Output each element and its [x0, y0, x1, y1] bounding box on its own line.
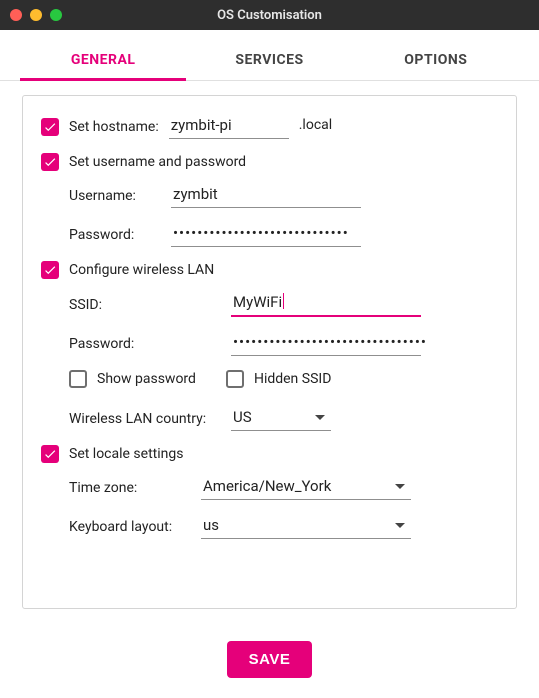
userpass-label: Set username and password: [69, 154, 246, 170]
locale-label: Set locale settings: [69, 446, 183, 462]
save-button[interactable]: SAVE: [227, 641, 313, 678]
timezone-select[interactable]: America/New_York: [201, 475, 411, 500]
wifi-checkbox[interactable]: [41, 261, 59, 279]
maximize-icon[interactable]: [50, 9, 62, 21]
tab-options[interactable]: OPTIONS: [353, 40, 519, 80]
close-icon[interactable]: [10, 9, 22, 21]
hostname-input[interactable]: zymbit-pi: [169, 114, 289, 139]
ssid-label: SSID:: [69, 297, 219, 317]
hostname-suffix: .local: [299, 117, 332, 137]
bottom-bar: SAVE: [0, 633, 539, 698]
wifi-password-label: Password:: [69, 336, 219, 356]
tab-services[interactable]: SERVICES: [186, 40, 352, 80]
tab-general[interactable]: GENERAL: [20, 40, 186, 80]
hidden-ssid-label: Hidden SSID: [254, 371, 331, 387]
hostname-label: Set hostname:: [69, 119, 159, 135]
show-password-checkbox[interactable]: [69, 370, 87, 388]
password-label: Password:: [69, 227, 159, 247]
general-panel: Set hostname: zymbit-pi .local Set usern…: [22, 95, 517, 609]
check-icon: [43, 155, 57, 169]
show-password-label: Show password: [97, 371, 196, 387]
password-input[interactable]: •••••••••••••••••••••••••••••: [171, 222, 361, 247]
hidden-ssid-checkbox[interactable]: [226, 370, 244, 388]
userpass-checkbox[interactable]: [41, 153, 59, 171]
tab-bar: GENERAL SERVICES OPTIONS: [0, 40, 539, 81]
keyboard-label: Keyboard layout:: [69, 519, 189, 539]
chevron-down-icon: [395, 523, 405, 528]
wifi-password-input[interactable]: ••••••••••••••••••••••••••••••••: [231, 331, 421, 356]
titlebar: OS Customisation: [0, 0, 539, 30]
chevron-down-icon: [315, 415, 325, 420]
ssid-input[interactable]: MyWiFi: [231, 291, 421, 317]
minimize-icon[interactable]: [30, 9, 42, 21]
window-controls: [10, 9, 62, 21]
window-title: OS Customisation: [0, 8, 539, 23]
wifi-country-select[interactable]: US: [231, 406, 331, 431]
timezone-label: Time zone:: [69, 480, 189, 500]
check-icon: [43, 447, 57, 461]
username-label: Username:: [69, 188, 159, 208]
locale-checkbox[interactable]: [41, 445, 59, 463]
username-input[interactable]: zymbit: [171, 183, 361, 208]
hostname-checkbox[interactable]: [41, 118, 59, 136]
check-icon: [43, 120, 57, 134]
check-icon: [43, 263, 57, 277]
keyboard-select[interactable]: us: [201, 514, 411, 539]
wifi-country-label: Wireless LAN country:: [69, 411, 219, 431]
os-customisation-window: OS Customisation GENERAL SERVICES OPTION…: [0, 0, 539, 698]
text-cursor: [283, 293, 284, 309]
chevron-down-icon: [395, 484, 405, 489]
wifi-label: Configure wireless LAN: [69, 262, 214, 278]
